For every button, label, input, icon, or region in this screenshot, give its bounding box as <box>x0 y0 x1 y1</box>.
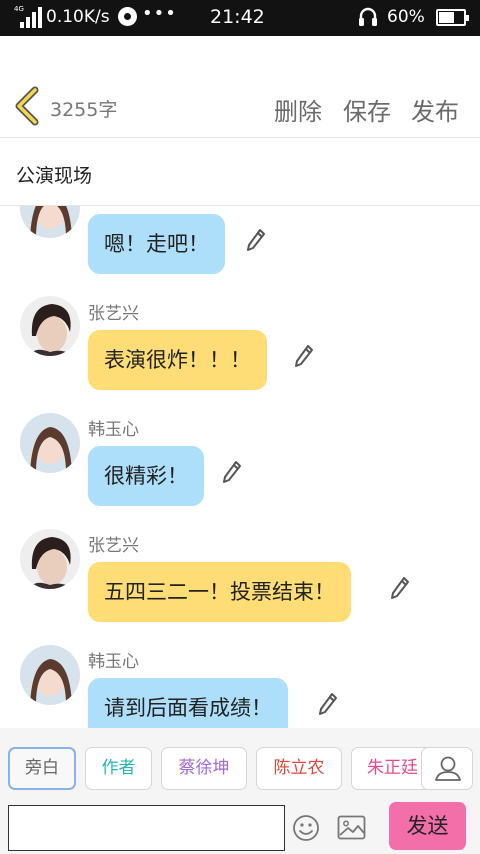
network-speed: 0.10K/s <box>46 7 110 27</box>
role-tab-chenlinong[interactable]: 陈立农 <box>256 747 342 790</box>
publish-button[interactable]: 发布 <box>411 92 459 127</box>
avatar-zhangyixing[interactable] <box>20 529 80 589</box>
sender-name: 张艺兴 <box>88 536 139 556</box>
edit-pencil-icon[interactable] <box>294 344 314 368</box>
battery-percent: 60% <box>387 7 425 27</box>
section-title: 公演现场 <box>16 165 93 187</box>
avatar-hanyuxin[interactable] <box>20 413 80 473</box>
edit-pencil-icon[interactable] <box>246 228 266 252</box>
back-arrow-icon[interactable] <box>10 86 44 126</box>
save-button[interactable]: 保存 <box>343 92 391 127</box>
role-tab-caixukun[interactable]: 蔡徐坤 <box>161 747 247 790</box>
message-bubble[interactable]: 嗯！走吧！ <box>88 214 225 274</box>
message-input[interactable] <box>8 805 285 851</box>
network-type-label: 4G <box>14 5 24 13</box>
more-notifications-icon: ••• <box>142 3 177 24</box>
section-title-bar[interactable]: 公演现场 <box>0 139 480 206</box>
edit-pencil-icon[interactable] <box>222 460 242 484</box>
manage-roles-button[interactable] <box>421 747 473 790</box>
message-bubble[interactable]: 很精彩！ <box>88 446 204 506</box>
status-bar: 4G 0.10K/s ••• 21:42 60% <box>0 0 480 36</box>
avatar-zhangyixing[interactable] <box>20 296 80 356</box>
avatar-hanyuxin[interactable] <box>20 206 80 238</box>
headset-icon <box>359 7 377 26</box>
message-bubble[interactable]: 请到后面看成绩！ <box>88 678 288 728</box>
message-bubble[interactable]: 五四三二一！投票结束！ <box>88 562 351 622</box>
edit-pencil-icon[interactable] <box>390 576 410 600</box>
sender-name: 韩玉心 <box>88 420 139 440</box>
sender-name: 韩玉心 <box>88 652 139 672</box>
message-input-bar: 发送 <box>0 798 480 854</box>
role-tab-author[interactable]: 作者 <box>85 747 152 790</box>
battery-icon <box>436 9 469 26</box>
editor-header: 3255字 删除 保存 发布 <box>0 36 480 138</box>
send-button[interactable]: 发送 <box>389 802 466 850</box>
signal-icon: 4G <box>14 5 42 28</box>
image-icon[interactable] <box>337 815 366 840</box>
chat-message-list[interactable]: 嗯！走吧！ 张艺兴 表演很炸！！！ 韩玉心 很精彩！ 张艺兴 五四三二一！投票结… <box>0 206 480 728</box>
delete-button[interactable]: 删除 <box>274 92 322 127</box>
avatar-hanyuxin[interactable] <box>20 645 80 705</box>
person-icon <box>435 756 461 781</box>
edit-pencil-icon[interactable] <box>318 692 338 716</box>
word-count: 3255字 <box>50 99 118 121</box>
role-tab-narration[interactable]: 旁白 <box>8 747 76 790</box>
message-bubble[interactable]: 表演很炸！！！ <box>88 330 267 390</box>
music-disc-icon <box>118 7 137 26</box>
sender-name: 张艺兴 <box>88 304 139 324</box>
emoji-icon[interactable] <box>292 814 320 842</box>
clock: 21:42 <box>210 6 265 28</box>
role-selector-bar: 旁白 作者 蔡徐坤 陈立农 朱正廷 <box>0 728 480 798</box>
